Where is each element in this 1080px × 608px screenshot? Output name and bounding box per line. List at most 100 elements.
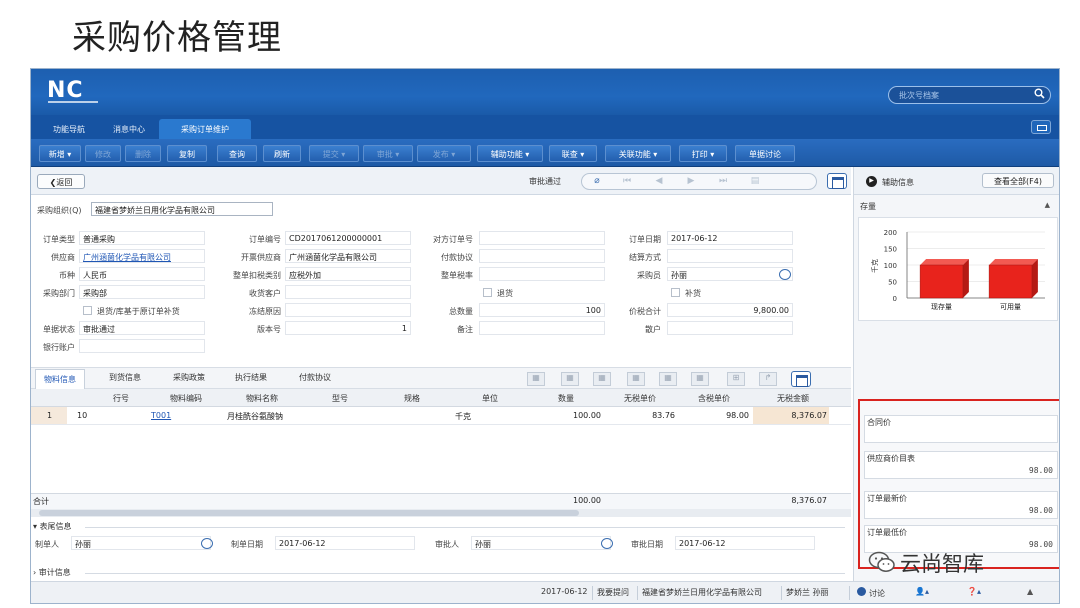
- list-view-icon[interactable]: ▤: [748, 176, 762, 188]
- delete-row-icon[interactable]: ▦: [561, 372, 579, 386]
- last-record-icon[interactable]: ⏭: [716, 176, 730, 188]
- view-all-button[interactable]: 查看全部(F4): [982, 173, 1054, 188]
- supplier-pricelist-item[interactable]: 供应商价目表 98.00: [864, 451, 1058, 479]
- link-query-button[interactable]: 联查 ▾: [549, 145, 597, 162]
- tab-arrival-info[interactable]: 到货信息: [109, 372, 141, 383]
- row-unit[interactable]: 千克: [455, 411, 471, 422]
- audit-info-title[interactable]: › 审计信息: [33, 567, 71, 578]
- user-menu-icon[interactable]: 👤▴: [915, 587, 929, 596]
- col-price-notax[interactable]: 无税单价: [605, 393, 675, 404]
- tab-execution-result[interactable]: 执行结果: [235, 372, 267, 383]
- row-price-tax[interactable]: 98.00: [679, 411, 749, 420]
- tax-rate-field[interactable]: [479, 267, 605, 281]
- purchase-org-field[interactable]: 福建省梦娇兰日用化学品有限公司: [91, 202, 273, 216]
- col-qty[interactable]: 数量: [531, 393, 601, 404]
- tail-info-title[interactable]: ▾ 表尾信息: [33, 521, 72, 532]
- buyer-lookup-icon[interactable]: [779, 269, 791, 280]
- tab-function-nav[interactable]: 功能导航: [41, 119, 97, 139]
- insert-row-icon[interactable]: ▦: [593, 372, 611, 386]
- replenish-checkbox[interactable]: [671, 288, 680, 297]
- search-icon[interactable]: [1033, 88, 1046, 101]
- row-price-notax[interactable]: 83.76: [605, 411, 675, 420]
- order-date-field[interactable]: 2017-06-12: [667, 231, 793, 245]
- window-restore-button[interactable]: [1031, 120, 1051, 134]
- buyer-field[interactable]: 孙丽: [667, 267, 793, 281]
- bill-discuss-button[interactable]: 单据讨论: [735, 145, 795, 162]
- expand-up-icon[interactable]: ▲: [1027, 587, 1033, 596]
- col-unit[interactable]: 单位: [455, 393, 525, 404]
- col-amount-notax[interactable]: 无税金额: [755, 393, 831, 404]
- add-button[interactable]: 新增 ▾: [39, 145, 81, 162]
- contract-price-item[interactable]: 合同价: [864, 415, 1058, 443]
- freeze-field[interactable]: [285, 303, 411, 317]
- related-function-button[interactable]: 关联功能 ▾: [605, 145, 671, 162]
- tab-payment-terms[interactable]: 付款协议: [299, 372, 331, 383]
- back-button[interactable]: ❮返回: [37, 174, 85, 189]
- card-view-toggle[interactable]: [827, 173, 847, 189]
- col-material-code[interactable]: 物料编码: [151, 393, 221, 404]
- help-icon[interactable]: ❓▴: [967, 587, 981, 596]
- invoice-supplier-field[interactable]: 广州涵菌化学品有限公司: [285, 249, 411, 263]
- account-field[interactable]: [667, 321, 793, 335]
- assist-function-button[interactable]: 辅助功能 ▾: [477, 145, 543, 162]
- col-spec[interactable]: 规格: [377, 393, 447, 404]
- rearrange-icon[interactable]: ↱: [759, 372, 777, 386]
- row-amount-notax[interactable]: 8,376.07: [753, 411, 827, 420]
- play-icon[interactable]: ▶: [866, 176, 877, 187]
- order-type-field[interactable]: 普通采购: [79, 231, 205, 245]
- add-row-icon[interactable]: ▦: [527, 372, 545, 386]
- submit-button[interactable]: 提交 ▾: [309, 145, 359, 162]
- global-search-input[interactable]: 批次号档案: [888, 86, 1051, 104]
- tab-purchase-policy[interactable]: 采购政策: [173, 372, 205, 383]
- refresh-button[interactable]: 刷新: [263, 145, 301, 162]
- copy-button[interactable]: 复制: [167, 145, 207, 162]
- publish-button[interactable]: 发布 ▾: [417, 145, 471, 162]
- return-based-checkbox[interactable]: [83, 306, 92, 315]
- remark-field[interactable]: [479, 321, 605, 335]
- tab-purchase-order[interactable]: 采购订单维护: [159, 119, 251, 139]
- approver-lookup-icon[interactable]: [601, 538, 613, 549]
- edit-button[interactable]: 修改: [85, 145, 121, 162]
- tax-type-field[interactable]: 应税外加: [285, 267, 411, 281]
- total-tax-field[interactable]: 9,800.00: [667, 303, 793, 317]
- status-field[interactable]: 审批通过: [79, 321, 205, 335]
- currency-field[interactable]: 人民币: [79, 267, 205, 281]
- prev-record-icon[interactable]: ◀: [652, 176, 666, 188]
- stock-section-header[interactable]: 存量 ▲: [858, 197, 1058, 215]
- table-row[interactable]: 1 10 T001 月桂酰谷氨酸钠 千克 100.00 83.76 98.00 …: [31, 407, 851, 425]
- col-price-tax[interactable]: 含税单价: [679, 393, 749, 404]
- row-qty[interactable]: 100.00: [531, 411, 601, 420]
- approve-date-field[interactable]: 2017-06-12: [675, 536, 815, 550]
- batch-edit-icon[interactable]: ⊞: [727, 372, 745, 386]
- grid-card-toggle[interactable]: [791, 371, 811, 387]
- creator-field[interactable]: 孙丽: [71, 536, 211, 550]
- tab-material-info[interactable]: 物料信息: [35, 369, 85, 389]
- row-line-no[interactable]: 10: [77, 411, 87, 420]
- supplier-field[interactable]: 广州涵菌化学品有限公司: [79, 249, 205, 263]
- copy-row-icon[interactable]: ▦: [627, 372, 645, 386]
- print-button[interactable]: 打印 ▾: [679, 145, 727, 162]
- collapse-up-icon[interactable]: ▲: [1045, 201, 1050, 209]
- grid-horizontal-scrollbar[interactable]: [31, 509, 851, 517]
- paste-row-icon[interactable]: ▦: [659, 372, 677, 386]
- paste-end-icon[interactable]: ▦: [691, 372, 709, 386]
- row-material-code[interactable]: T001: [151, 411, 171, 420]
- return-checkbox[interactable]: [483, 288, 492, 297]
- next-record-icon[interactable]: ▶: [684, 176, 698, 188]
- discuss-button[interactable]: 讨论: [857, 587, 885, 599]
- version-field[interactable]: 1: [285, 321, 411, 335]
- total-qty-field[interactable]: 100: [479, 303, 605, 317]
- col-line-no[interactable]: 行号: [101, 393, 141, 404]
- col-material-name[interactable]: 物料名称: [227, 393, 297, 404]
- bank-field[interactable]: [79, 339, 205, 353]
- col-model[interactable]: 型号: [305, 393, 375, 404]
- dept-field[interactable]: 采购部: [79, 285, 205, 299]
- latest-order-price-item[interactable]: 订单最新价 98.00: [864, 491, 1058, 519]
- approver-field[interactable]: 孙丽: [471, 536, 611, 550]
- payment-terms-field[interactable]: [479, 249, 605, 263]
- customer-field[interactable]: [285, 285, 411, 299]
- first-record-icon[interactable]: ⏮: [620, 176, 634, 188]
- query-button[interactable]: 查询: [217, 145, 257, 162]
- order-no-field[interactable]: CD2017061200000001: [285, 231, 411, 245]
- approve-button[interactable]: 审批 ▾: [363, 145, 413, 162]
